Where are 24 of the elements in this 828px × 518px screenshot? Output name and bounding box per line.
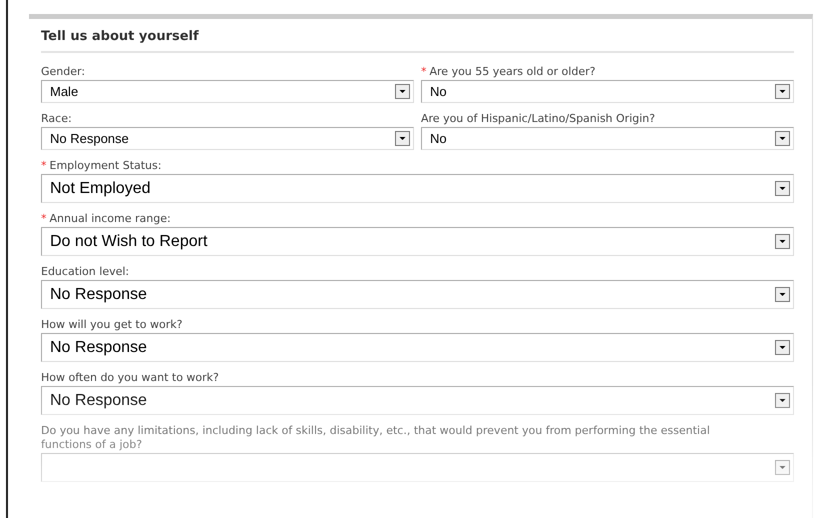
- field-label: Employment Status:: [50, 159, 162, 172]
- dropdown-field[interactable]: Do not Wish to Report: [41, 227, 794, 256]
- dropdown-field[interactable]: No Response: [41, 386, 794, 415]
- field-label: How often do you want to work?: [41, 371, 219, 384]
- field-label: Gender:: [41, 65, 86, 78]
- field-label: Race:: [41, 112, 72, 125]
- required-asterisk: *: [41, 212, 46, 225]
- field-label: Do you have any limitations, including lack of skills, disability, etc., that would prevent you from performing the essential functions of a job?: [41, 424, 710, 451]
- section-title: Tell us about yourself: [41, 27, 794, 53]
- dropdown-field[interactable]: No Response: [41, 280, 794, 309]
- field-label: Education level:: [41, 265, 130, 278]
- dropdown-field[interactable]: Not Employed: [41, 174, 794, 203]
- field-label: Are you 55 years old or older?: [430, 65, 596, 78]
- dropdown-field[interactable]: Male: [41, 80, 414, 103]
- required-asterisk: *: [421, 65, 426, 78]
- dropdown-field[interactable]: No: [421, 80, 794, 103]
- dropdown-field[interactable]: No Response: [41, 127, 414, 150]
- field-label: How will you get to work?: [41, 318, 182, 331]
- required-asterisk: *: [41, 159, 46, 172]
- dropdown-field[interactable]: [41, 453, 794, 482]
- field-label: Are you of Hispanic/Latino/Spanish Origin?: [421, 112, 656, 125]
- dropdown-field[interactable]: No Response: [41, 333, 794, 362]
- field-label: Annual income range:: [50, 212, 171, 225]
- dropdown-field[interactable]: No: [421, 127, 794, 150]
